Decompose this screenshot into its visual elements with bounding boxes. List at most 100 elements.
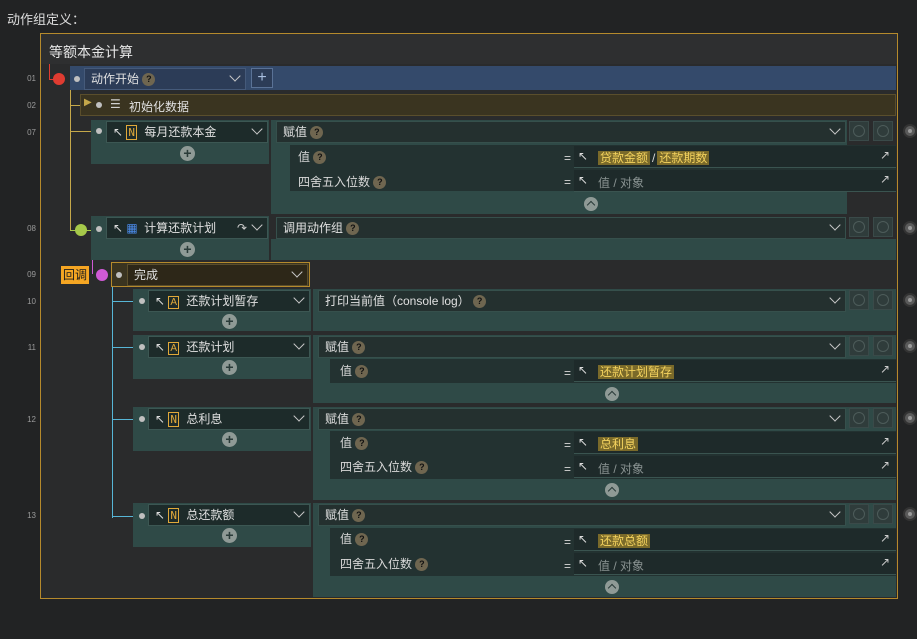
- chevron-down-icon[interactable]: [293, 410, 305, 422]
- value-input[interactable]: ↖ 还款总额 ↗: [574, 529, 896, 551]
- collapse-button[interactable]: [584, 197, 598, 211]
- action-select[interactable]: ↖ N 总还款额: [148, 504, 310, 526]
- expand-icon[interactable]: ↗: [880, 531, 890, 545]
- chevron-down-icon[interactable]: [251, 219, 263, 231]
- var-token[interactable]: 还款总额: [598, 534, 651, 548]
- drag-dot[interactable]: [139, 344, 145, 350]
- target-dot[interactable]: [903, 507, 917, 521]
- expand-icon[interactable]: ↗: [880, 458, 890, 472]
- var-token[interactable]: 还款计划暂存: [598, 365, 675, 379]
- action-select[interactable]: ↖ ▦ 计算还款计划 ↷: [106, 217, 268, 239]
- callback-node[interactable]: [96, 269, 108, 281]
- value-input[interactable]: ↖ 还款计划暂存 ↗: [574, 360, 896, 382]
- expand-icon[interactable]: ↗: [880, 172, 890, 186]
- refresh-button[interactable]: [849, 290, 869, 310]
- help-icon[interactable]: ?: [352, 509, 366, 523]
- help-icon[interactable]: ?: [355, 533, 369, 547]
- chevron-down-icon[interactable]: [293, 292, 305, 304]
- add-child-button[interactable]: +: [222, 528, 237, 543]
- value-input[interactable]: ↖ 值 / 对象 ↗: [574, 456, 896, 478]
- add-child-button[interactable]: +: [180, 146, 195, 161]
- refresh-button[interactable]: [849, 336, 869, 356]
- add-param-button[interactable]: [873, 504, 893, 524]
- refresh-button[interactable]: [849, 504, 869, 524]
- help-icon[interactable]: ?: [415, 558, 429, 572]
- chevron-down-icon[interactable]: [829, 338, 841, 350]
- chevron-down-icon[interactable]: [293, 506, 305, 518]
- chevron-down-icon[interactable]: [293, 338, 305, 350]
- help-icon[interactable]: ?: [346, 222, 360, 236]
- drag-dot[interactable]: [139, 513, 145, 519]
- value-input[interactable]: ↖ 总利息 ↗: [574, 432, 896, 454]
- action-select[interactable]: ↖ A 还款计划: [148, 336, 310, 358]
- chevron-down-icon[interactable]: [829, 292, 841, 304]
- value-input[interactable]: ↖ 值 / 对象 ↗: [574, 170, 896, 192]
- refresh-button[interactable]: [849, 217, 869, 237]
- target-dot[interactable]: [903, 411, 917, 425]
- method-select[interactable]: 赋值 ?: [318, 504, 846, 526]
- method-select[interactable]: 赋值 ?: [318, 408, 846, 430]
- help-icon[interactable]: ?: [373, 176, 387, 190]
- redirect-icon[interactable]: ↷: [237, 218, 247, 238]
- help-icon[interactable]: ?: [142, 73, 156, 87]
- drag-dot[interactable]: [139, 298, 145, 304]
- add-child-button[interactable]: +: [180, 242, 195, 257]
- var-token[interactable]: 贷款金额: [598, 151, 651, 165]
- expand-arrow-icon[interactable]: ▶: [84, 97, 92, 108]
- chevron-down-icon[interactable]: [829, 123, 841, 135]
- drag-dot[interactable]: [116, 272, 122, 278]
- chevron-down-icon[interactable]: [229, 70, 241, 82]
- add-child-button[interactable]: +: [222, 360, 237, 375]
- add-param-button[interactable]: [873, 408, 893, 428]
- done-select[interactable]: 完成: [127, 264, 308, 286]
- target-dot[interactable]: [903, 221, 917, 235]
- expand-icon[interactable]: ↗: [880, 362, 890, 376]
- collapse-button[interactable]: [605, 580, 619, 594]
- target-dot[interactable]: [903, 293, 917, 307]
- drag-dot[interactable]: [96, 226, 102, 232]
- chevron-down-icon[interactable]: [291, 266, 303, 278]
- method-select[interactable]: 赋值 ?: [318, 336, 846, 358]
- help-icon[interactable]: ?: [473, 295, 487, 309]
- method-select[interactable]: 赋值 ?: [276, 121, 846, 143]
- help-icon[interactable]: ?: [352, 341, 366, 355]
- add-child-button[interactable]: +: [222, 314, 237, 329]
- expand-icon[interactable]: ↗: [880, 434, 890, 448]
- chevron-down-icon[interactable]: [829, 219, 841, 231]
- add-param-button[interactable]: [873, 290, 893, 310]
- help-icon[interactable]: ?: [310, 126, 324, 140]
- add-param-button[interactable]: [873, 121, 893, 141]
- drag-dot[interactable]: [96, 128, 102, 134]
- method-select[interactable]: 调用动作组 ?: [276, 217, 846, 239]
- action-select[interactable]: ↖ N 每月还款本金: [106, 121, 268, 143]
- start-select[interactable]: 动作开始 ?: [84, 68, 246, 90]
- value-input[interactable]: ↖ 值 / 对象 ↗: [574, 553, 896, 575]
- value-input[interactable]: ↖ 贷款金额 / 还款期数 ↗: [574, 146, 896, 168]
- help-icon[interactable]: ?: [415, 461, 429, 475]
- refresh-button[interactable]: [849, 408, 869, 428]
- collapse-button[interactable]: [605, 387, 619, 401]
- collapse-button[interactable]: [605, 483, 619, 497]
- add-param-button[interactable]: [873, 217, 893, 237]
- help-icon[interactable]: ?: [313, 151, 327, 165]
- help-icon[interactable]: ?: [355, 365, 369, 379]
- method-select[interactable]: 打印当前值（console log） ?: [318, 290, 846, 312]
- target-dot[interactable]: [903, 339, 917, 353]
- add-button[interactable]: +: [251, 68, 273, 88]
- expand-icon[interactable]: ↗: [880, 555, 890, 569]
- start-node[interactable]: [53, 73, 65, 85]
- chevron-down-icon[interactable]: [251, 123, 263, 135]
- chevron-down-icon[interactable]: [829, 506, 841, 518]
- target-dot[interactable]: [903, 124, 917, 138]
- refresh-button[interactable]: [849, 121, 869, 141]
- drag-dot[interactable]: [139, 416, 145, 422]
- expand-icon[interactable]: ↗: [880, 148, 890, 162]
- add-param-button[interactable]: [873, 336, 893, 356]
- action-select[interactable]: ↖ N 总利息: [148, 408, 310, 430]
- help-icon[interactable]: ?: [352, 413, 366, 427]
- drag-dot[interactable]: [74, 76, 80, 82]
- action-select[interactable]: ↖ A 还款计划暂存: [148, 290, 310, 312]
- add-child-button[interactable]: +: [222, 432, 237, 447]
- chevron-down-icon[interactable]: [829, 410, 841, 422]
- var-token[interactable]: 还款期数: [657, 151, 710, 165]
